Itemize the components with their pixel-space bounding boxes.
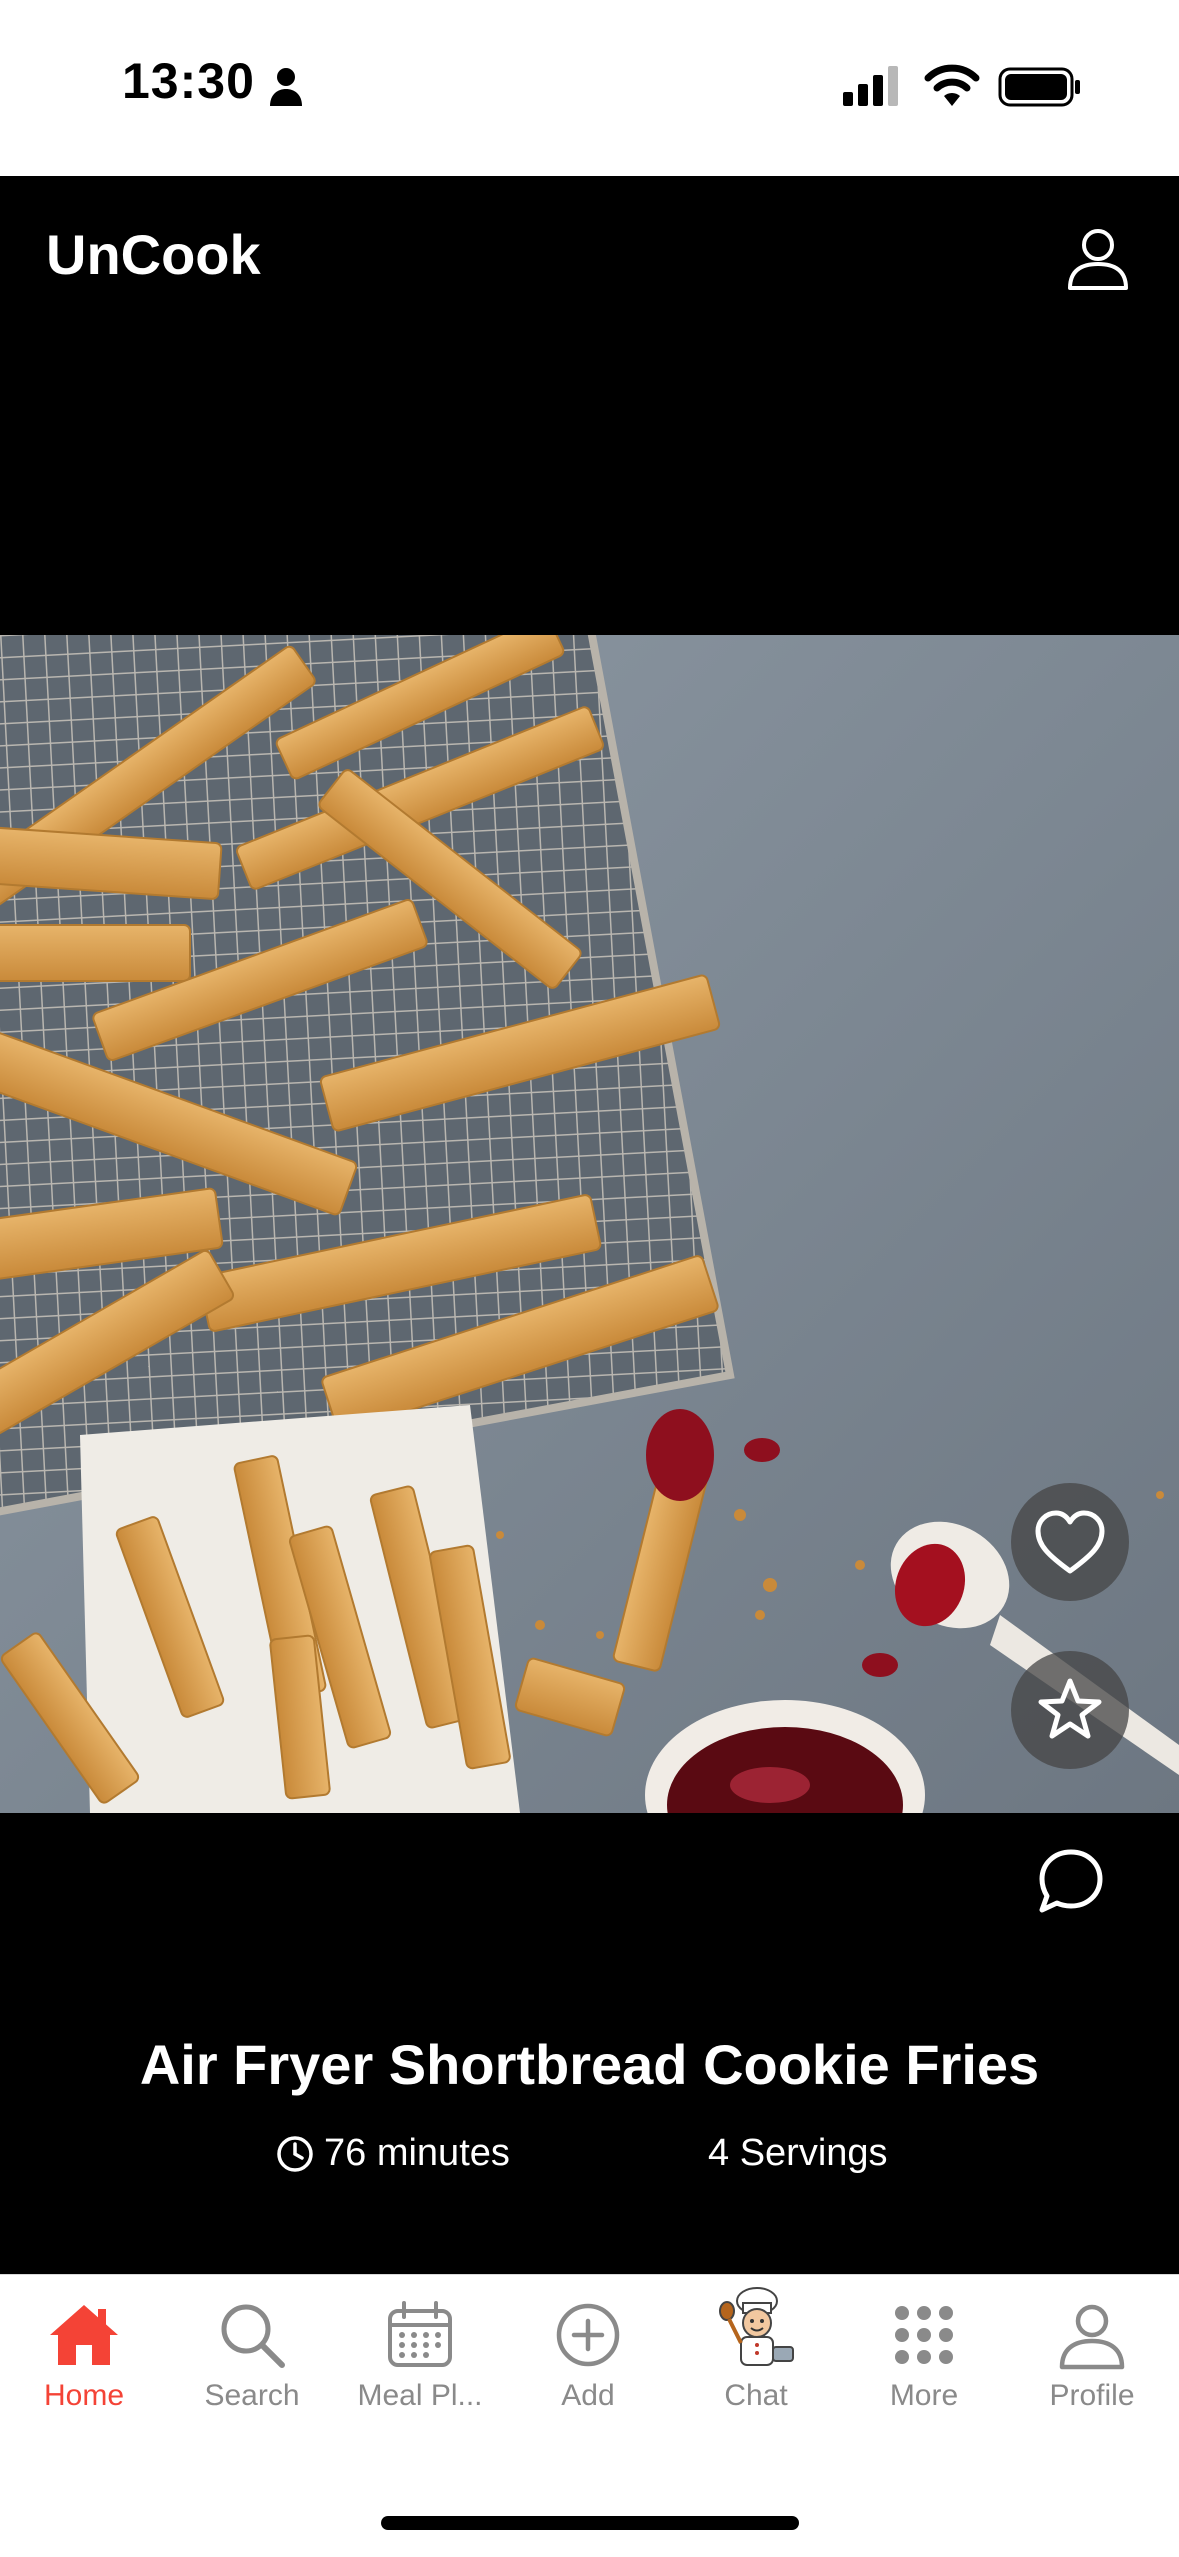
grid-dots-icon xyxy=(895,2306,953,2364)
cook-time: 76 minutes xyxy=(276,2132,510,2175)
tab-more[interactable]: More xyxy=(840,2275,1008,2425)
heart-icon xyxy=(1035,1510,1105,1574)
calendar-icon xyxy=(388,2301,452,2367)
person-status-icon xyxy=(270,68,302,106)
star-icon xyxy=(1038,1678,1102,1739)
home-icon xyxy=(50,2305,118,2365)
recipe-photo[interactable] xyxy=(0,635,1179,1813)
tab-profile-label: Profile xyxy=(1049,2379,1135,2412)
tab-more-label: More xyxy=(889,2379,959,2412)
clock-icon xyxy=(277,2135,313,2172)
profile-icon[interactable] xyxy=(1062,222,1134,294)
tab-add[interactable]: Add xyxy=(504,2275,672,2425)
comment-icon[interactable] xyxy=(1036,1846,1106,1916)
home-indicator[interactable] xyxy=(381,2516,799,2530)
search-icon xyxy=(221,2304,285,2368)
servings-label: 4 Servings xyxy=(708,2132,888,2174)
favorite-button[interactable] xyxy=(1011,1651,1129,1769)
tab-home[interactable]: Home xyxy=(0,2275,168,2425)
tab-search[interactable]: Search xyxy=(168,2275,336,2425)
wifi-icon xyxy=(924,64,980,106)
app-title: UnCook xyxy=(46,223,261,286)
tab-profile[interactable]: Profile xyxy=(1008,2275,1176,2425)
recipe-photo-illustration xyxy=(0,635,1179,1813)
tab-chat-label: Chat xyxy=(724,2379,788,2412)
status-time: 13:30 xyxy=(122,53,255,109)
recipe-title[interactable]: Air Fryer Shortbread Cookie Fries xyxy=(0,2032,1179,2097)
cook-time-label: 76 minutes xyxy=(324,2132,510,2174)
tab-meal-plan[interactable]: Meal Pl... xyxy=(336,2275,504,2425)
add-circle-icon xyxy=(556,2303,620,2367)
battery-icon xyxy=(998,67,1080,107)
status-bar: 13:30 xyxy=(0,0,1179,176)
tab-bar: Home Search Meal Pl... Add Chat More Pro… xyxy=(0,2274,1179,2557)
tab-add-label: Add xyxy=(561,2379,615,2412)
person-icon xyxy=(1059,2304,1125,2370)
tab-chat[interactable]: Chat xyxy=(672,2275,840,2425)
tab-search-label: Search xyxy=(204,2379,300,2412)
chef-avatar-icon xyxy=(719,2287,794,2366)
cellular-signal-icon xyxy=(843,66,898,106)
tab-home-label: Home xyxy=(43,2379,125,2412)
tab-meal-plan-label: Meal Pl... xyxy=(357,2379,483,2412)
like-button[interactable] xyxy=(1011,1483,1129,1601)
